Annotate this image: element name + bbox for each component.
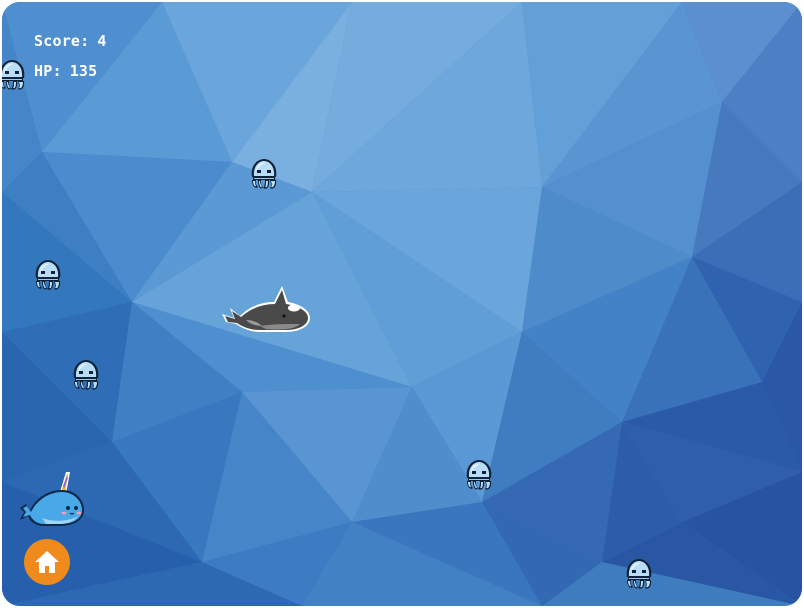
home-icon (35, 551, 59, 573)
hp-value: 135 (69, 62, 98, 80)
orca-icon (222, 286, 310, 332)
squid-icon (73, 360, 99, 390)
score-value: 4 (97, 32, 107, 50)
squid-icon (251, 159, 277, 189)
narwhal-icon[interactable] (16, 468, 86, 530)
hp-display: HP: 135 (34, 62, 97, 80)
score-label: Score: (34, 32, 90, 50)
home-button[interactable] (24, 539, 70, 585)
polygon-ocean-background (2, 2, 802, 606)
game-canvas[interactable]: Score: 4 HP: 135 (2, 2, 802, 606)
hp-label: HP: (34, 62, 62, 80)
squid-icon (35, 260, 61, 290)
squid-icon (466, 460, 492, 490)
squid-icon (2, 60, 25, 90)
score-display: Score: 4 (34, 32, 107, 50)
squid-icon (626, 559, 652, 589)
